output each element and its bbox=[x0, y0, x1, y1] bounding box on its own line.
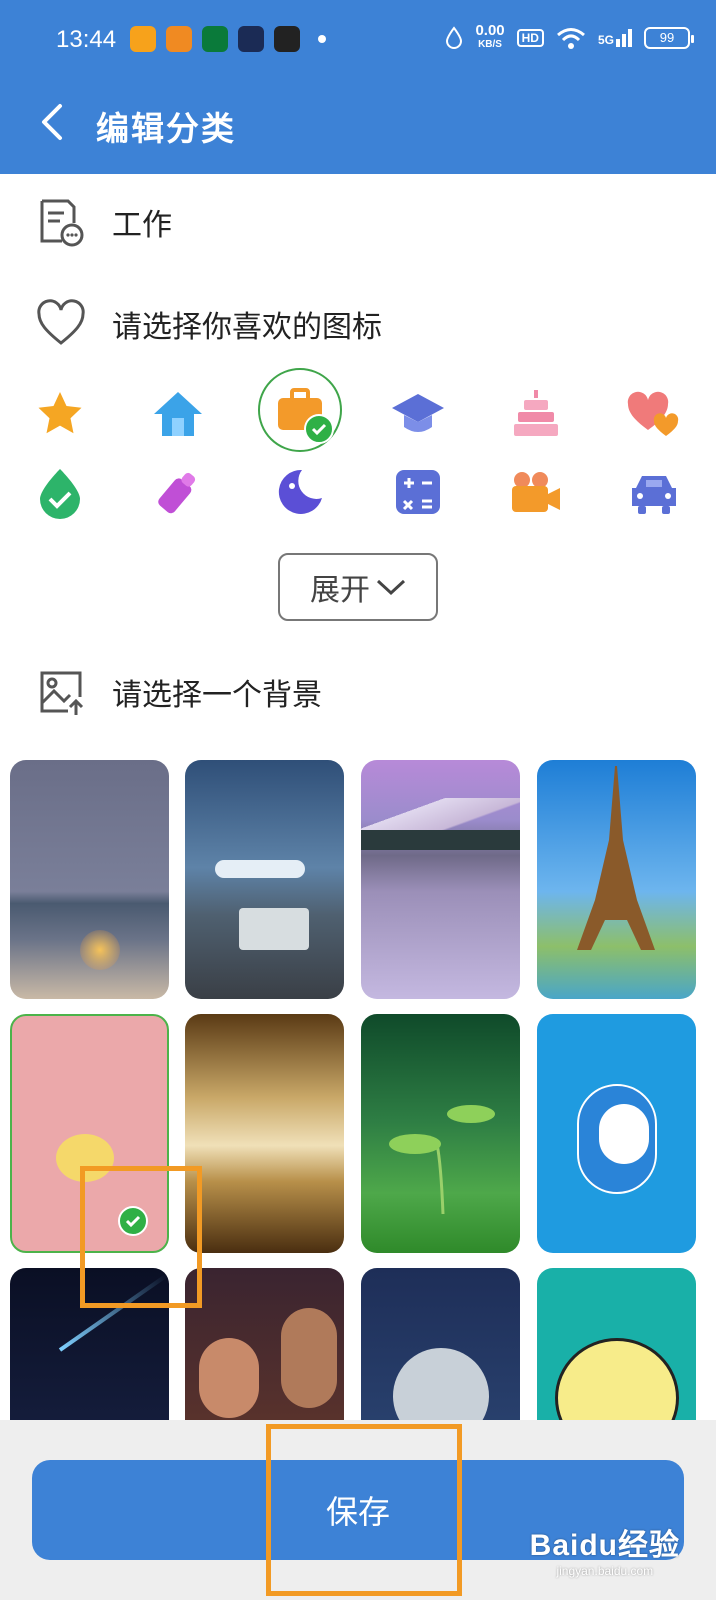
forest-image bbox=[361, 830, 520, 850]
water-drop-check-icon bbox=[40, 469, 80, 519]
person-image bbox=[199, 1338, 259, 1418]
app-notification-icon bbox=[130, 26, 156, 52]
eiffel-tower-image bbox=[577, 766, 655, 950]
baby-bottle-icon bbox=[158, 472, 196, 514]
background-option-green-sprout[interactable] bbox=[361, 1014, 520, 1253]
background-option-eiffel-tower[interactable] bbox=[537, 760, 696, 999]
icon-option-house[interactable] bbox=[136, 372, 220, 456]
status-bar: 13:44 0.00 KB/S HD 5G 99 bbox=[0, 0, 716, 84]
background-option-couple[interactable] bbox=[185, 1268, 344, 1420]
cake-icon bbox=[514, 390, 558, 436]
star-icon bbox=[38, 392, 82, 434]
chevron-left-icon bbox=[42, 104, 62, 140]
app-notification-icon bbox=[238, 26, 264, 52]
category-name-row[interactable]: 工作 bbox=[0, 182, 716, 262]
selected-check-icon bbox=[304, 414, 334, 444]
background-section-header: 请选择一个背景 bbox=[0, 652, 716, 732]
document-note-icon bbox=[40, 199, 84, 247]
bus-image bbox=[239, 908, 309, 950]
icon-option-briefcase[interactable] bbox=[258, 368, 342, 452]
sprout-image bbox=[389, 1105, 495, 1215]
signal-icon: 5G bbox=[598, 29, 632, 47]
cartoon-image bbox=[555, 1338, 679, 1420]
hearts-icon bbox=[627, 391, 679, 436]
icon-option-baby-bottle[interactable] bbox=[136, 450, 220, 534]
graduation-cap-icon bbox=[392, 394, 444, 432]
cat-notification-icon bbox=[274, 26, 300, 52]
moon-image bbox=[393, 1348, 489, 1420]
background-option-doraemon[interactable] bbox=[537, 1014, 696, 1253]
background-option-street-bus[interactable] bbox=[185, 760, 344, 999]
expand-button-label: 展开 bbox=[310, 573, 370, 608]
annotation-highlight bbox=[266, 1424, 462, 1596]
doraemon-face-image bbox=[599, 1104, 649, 1164]
app-header: 13:44 0.00 KB/S HD 5G 99 编辑分类 bbox=[0, 0, 716, 174]
battery-indicator: 99 bbox=[644, 27, 694, 49]
category-name-field[interactable]: 工作 bbox=[112, 200, 172, 244]
chevron-down-icon bbox=[376, 579, 406, 596]
background-section-label: 请选择一个背景 bbox=[112, 678, 322, 713]
background-option-moon-night[interactable] bbox=[361, 1268, 520, 1420]
wifi-icon bbox=[557, 28, 585, 49]
icon-section-header: 请选择你喜欢的图标 bbox=[0, 284, 716, 364]
icon-option-hearts[interactable] bbox=[612, 372, 696, 456]
icon-option-calculator[interactable] bbox=[376, 450, 460, 534]
icon-section-label: 请选择你喜欢的图标 bbox=[112, 310, 382, 345]
annotation-highlight bbox=[80, 1166, 202, 1308]
icon-option-star[interactable] bbox=[18, 372, 102, 456]
system-icons: 0.00 KB/S HD 5G 99 bbox=[445, 22, 694, 52]
person-image bbox=[281, 1308, 337, 1408]
oppo-notification-icon bbox=[202, 26, 228, 52]
icon-option-video-camera[interactable] bbox=[494, 450, 578, 534]
glow-image bbox=[80, 930, 120, 970]
more-notifications-icon bbox=[318, 35, 326, 43]
heart-outline-icon bbox=[37, 299, 85, 345]
background-picker bbox=[0, 760, 716, 1420]
calculator-icon bbox=[396, 470, 440, 514]
hd-badge: HD bbox=[516, 29, 544, 47]
watermark: Baidu经验 jingyan.baidu.com bbox=[529, 1529, 680, 1578]
status-time: 13:44 bbox=[56, 26, 117, 53]
video-camera-icon bbox=[512, 472, 560, 512]
background-option-yellow-cartoon[interactable] bbox=[537, 1268, 696, 1420]
moon-icon bbox=[278, 469, 322, 514]
icon-option-cake[interactable] bbox=[494, 372, 578, 456]
back-button[interactable] bbox=[30, 100, 74, 144]
data-saver-icon bbox=[446, 26, 463, 49]
icon-option-moon[interactable] bbox=[258, 450, 342, 534]
icon-option-graduation-cap[interactable] bbox=[376, 372, 460, 456]
page-title: 编辑分类 bbox=[96, 109, 236, 148]
background-option-beach-night[interactable] bbox=[10, 760, 169, 999]
icon-option-car[interactable] bbox=[612, 450, 696, 534]
network-speed: 0.00 KB/S bbox=[475, 22, 505, 50]
background-option-snow-mountain[interactable] bbox=[361, 760, 520, 999]
car-icon bbox=[632, 476, 676, 514]
house-icon bbox=[154, 392, 202, 436]
icon-option-water-drop[interactable] bbox=[18, 450, 102, 534]
background-option-gold-waves[interactable] bbox=[185, 1014, 344, 1253]
game-notification-icon bbox=[166, 26, 192, 52]
expand-button[interactable]: 展开 bbox=[278, 553, 438, 621]
notification-icons bbox=[130, 26, 326, 52]
image-upload-icon bbox=[40, 671, 84, 715]
cloud-image bbox=[215, 860, 305, 878]
